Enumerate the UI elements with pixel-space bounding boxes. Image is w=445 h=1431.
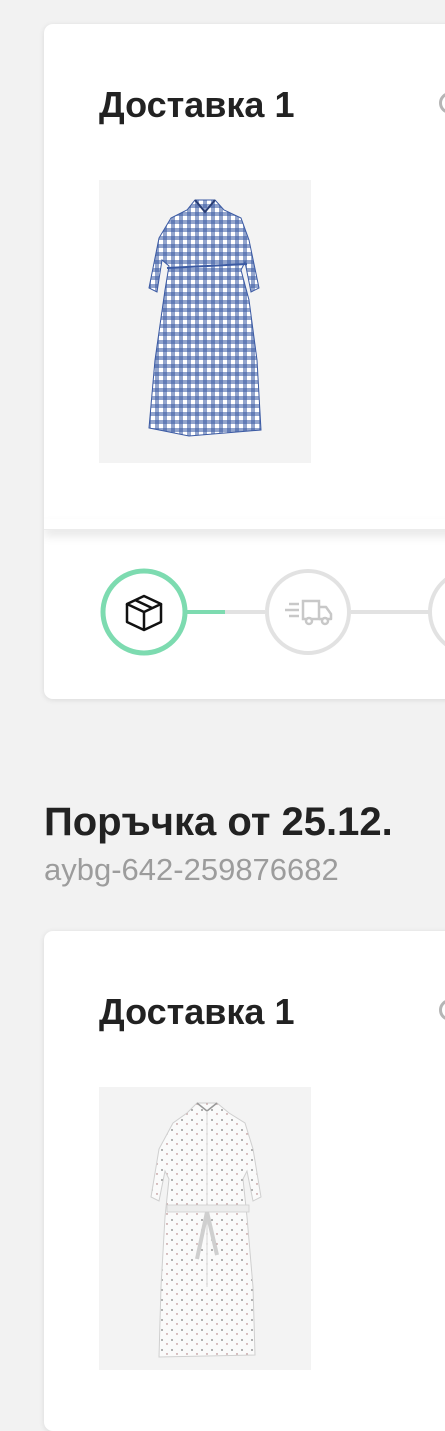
dress-image (148, 199, 262, 437)
step-icon (428, 577, 445, 647)
tracking-progress (99, 567, 445, 657)
product-image[interactable] (99, 180, 311, 463)
order-title: Поръчка от 25.12. (44, 800, 393, 844)
delivery-title: Доставка 1 (99, 84, 295, 125)
product-image[interactable] (99, 1087, 311, 1370)
delivery-card: Доставка 1 (44, 24, 445, 699)
info-icon[interactable] (439, 92, 445, 114)
package-icon (100, 568, 188, 656)
delivery-card: Доставка 1 (44, 931, 445, 1431)
info-icon[interactable] (439, 999, 445, 1021)
delivery-title: Доставка 1 (99, 991, 295, 1032)
dress-image (150, 1102, 262, 1358)
card-divider (44, 519, 445, 530)
order-number: aybg-642-259876682 (44, 852, 339, 887)
delivery-truck-icon (265, 569, 351, 655)
